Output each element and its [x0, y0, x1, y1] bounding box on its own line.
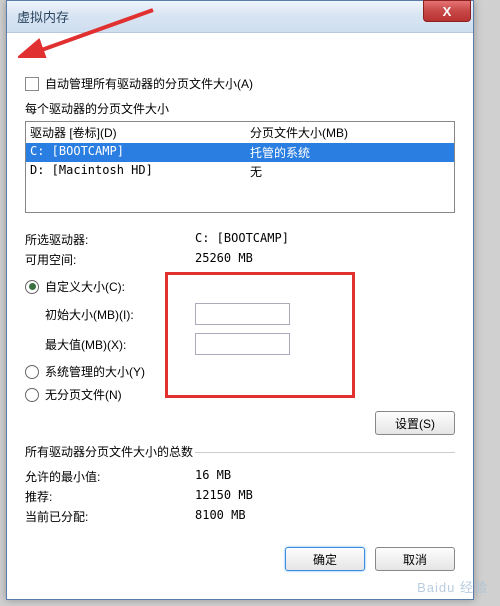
- window-title: 虚拟内存: [17, 7, 69, 26]
- close-icon: X: [443, 4, 452, 19]
- max-size-input[interactable]: [195, 333, 290, 355]
- cancel-button[interactable]: 取消: [375, 547, 455, 571]
- header-drive: 驱动器 [卷标](D): [30, 124, 250, 141]
- min-value-row: 允许的最小值: 16 MB: [25, 468, 455, 485]
- set-button[interactable]: 设置(S): [375, 411, 455, 435]
- drive-list[interactable]: 驱动器 [卷标](D) 分页文件大小(MB) C: [BOOTCAMP] 托管的…: [25, 121, 455, 213]
- selected-drive-row: 所选驱动器: C: [BOOTCAMP]: [25, 231, 455, 248]
- dialog-content: 自动管理所有驱动器的分页文件大小(A) 每个驱动器的分页文件大小 驱动器 [卷标…: [7, 33, 473, 589]
- auto-manage-label: 自动管理所有驱动器的分页文件大小(A): [45, 75, 253, 92]
- system-managed-row: 系统管理的大小(Y): [25, 363, 455, 380]
- ok-button[interactable]: 确定: [285, 547, 365, 571]
- titlebar: 虚拟内存 X: [7, 1, 473, 33]
- no-paging-radio[interactable]: [25, 388, 39, 402]
- auto-manage-checkbox[interactable]: [25, 77, 39, 91]
- max-size-row: 最大值(MB)(X):: [45, 333, 455, 355]
- virtual-memory-dialog: 虚拟内存 X 自动管理所有驱动器的分页文件大小(A) 每个驱动器的分页文件大小 …: [6, 0, 474, 600]
- initial-size-row: 初始大小(MB)(I):: [45, 303, 455, 325]
- totals-title: 所有驱动器分页文件大小的总数: [25, 443, 455, 460]
- custom-size-row: 自定义大小(C):: [25, 278, 455, 295]
- allocated-row: 当前已分配: 8100 MB: [25, 508, 455, 525]
- auto-manage-row: 自动管理所有驱动器的分页文件大小(A): [25, 75, 455, 92]
- drive-list-header: 驱动器 [卷标](D) 分页文件大小(MB): [26, 122, 454, 143]
- drive-row[interactable]: C: [BOOTCAMP] 托管的系统: [26, 143, 454, 162]
- size-options-group: 自定义大小(C): 初始大小(MB)(I): 最大值(MB)(X): 系统管理的…: [25, 278, 455, 403]
- watermark: Baidu 经验: [417, 577, 488, 596]
- header-paging: 分页文件大小(MB): [250, 124, 450, 141]
- drive-row[interactable]: D: [Macintosh HD] 无: [26, 162, 454, 181]
- no-paging-row: 无分页文件(N): [25, 386, 455, 403]
- drive-section-label: 每个驱动器的分页文件大小: [25, 100, 455, 117]
- custom-size-radio[interactable]: [25, 280, 39, 294]
- system-managed-radio[interactable]: [25, 365, 39, 379]
- dialog-buttons: 确定 取消: [25, 547, 455, 571]
- recommended-row: 推荐: 12150 MB: [25, 488, 455, 505]
- available-space-row: 可用空间: 25260 MB: [25, 251, 455, 268]
- initial-size-input[interactable]: [195, 303, 290, 325]
- close-button[interactable]: X: [423, 0, 471, 22]
